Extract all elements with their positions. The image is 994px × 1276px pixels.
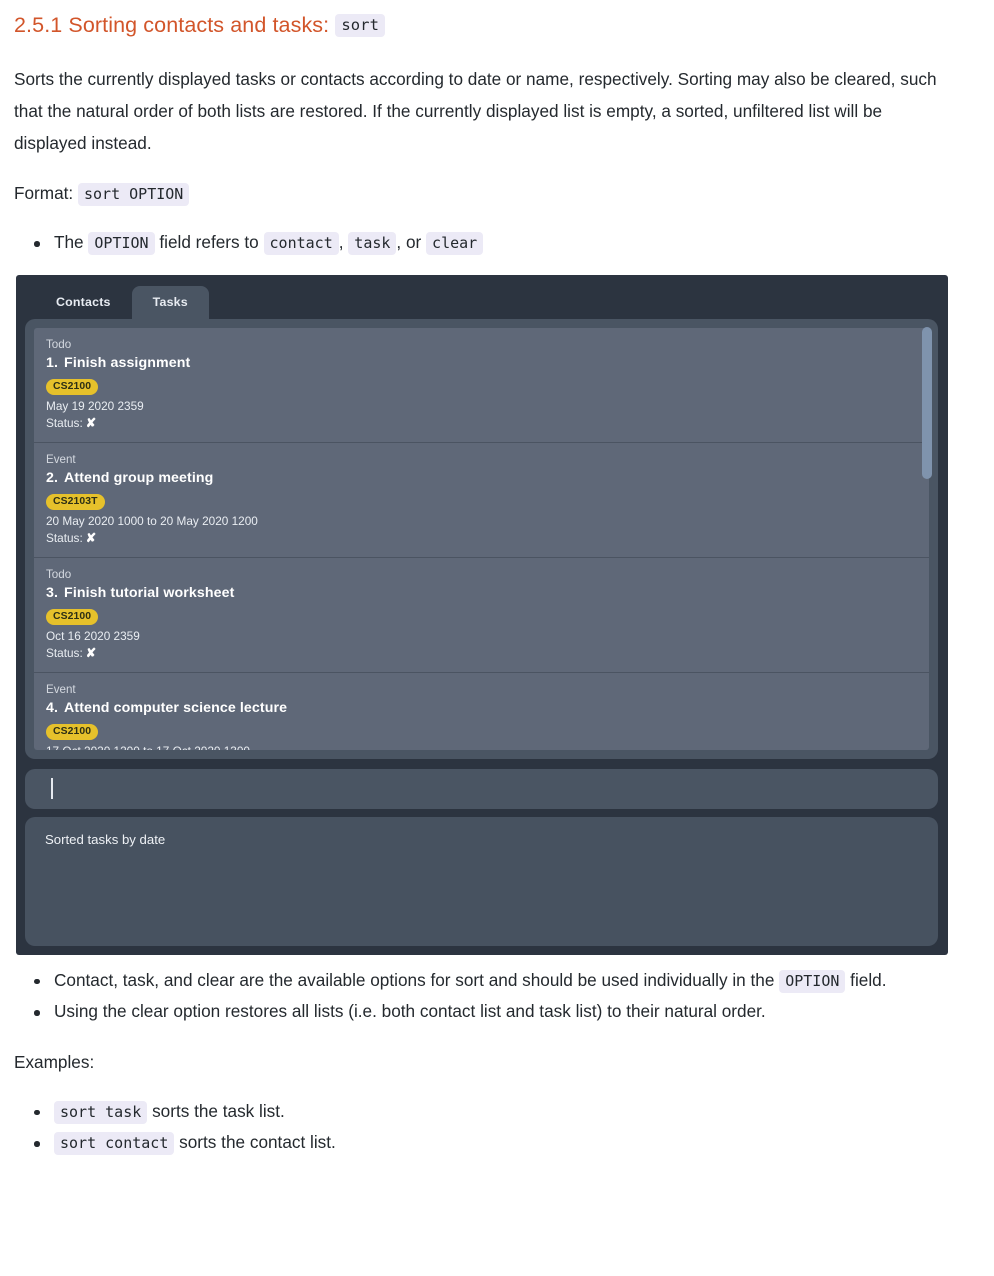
task-date: May 19 2020 2359 bbox=[46, 398, 144, 413]
task-list[interactable]: Todo 1. Finish assignment CS2100 May 19 2… bbox=[34, 327, 929, 750]
list-item: Contact, task, and clear are the availab… bbox=[34, 965, 954, 997]
intro-paragraph: Sorts the currently displayed tasks or c… bbox=[14, 69, 937, 153]
result-display: Sorted tasks by date bbox=[25, 816, 938, 946]
option-contact-chip: contact bbox=[263, 232, 339, 255]
task-list-panel: Todo 1. Finish assignment CS2100 May 19 2… bbox=[25, 318, 938, 759]
task-status-label: Status: bbox=[46, 645, 83, 660]
task-date: 17 Oct 2020 1200 to 17 Oct 2020 1300 bbox=[46, 743, 929, 750]
command-input[interactable] bbox=[25, 768, 938, 809]
cross-icon: ✘ bbox=[85, 530, 97, 545]
heading-command-chip: sort bbox=[335, 14, 386, 37]
note-option-chip: OPTION bbox=[779, 969, 846, 993]
example-command-chip-2: sort contact bbox=[54, 1132, 175, 1155]
task-title-text: Attend computer science lecture bbox=[64, 699, 288, 716]
task-list-scrollbar[interactable] bbox=[922, 321, 935, 739]
tab-tasks[interactable]: Tasks bbox=[131, 285, 209, 320]
text-caret bbox=[51, 777, 53, 799]
task-title-text: Finish tutorial worksheet bbox=[64, 584, 235, 601]
tab-bar: Contacts Tasks bbox=[35, 284, 209, 320]
task-title: 1. Finish assignment bbox=[46, 354, 929, 373]
option-sep-2: , or bbox=[396, 232, 422, 252]
note-text-2: Using the clear option restores all list… bbox=[54, 1001, 766, 1021]
example-command-chip-1: sort task bbox=[54, 1100, 148, 1124]
note-text-1: Contact, task, and clear are the availab… bbox=[54, 969, 775, 990]
list-item: sort task sorts the task list. bbox=[34, 1096, 954, 1128]
example-description-1: sorts the task list. bbox=[152, 1100, 285, 1121]
task-tag: CS2100 bbox=[46, 608, 99, 625]
list-item: The OPTION field refers to contact, task… bbox=[34, 227, 954, 259]
example-description-2: sorts the contact list. bbox=[179, 1132, 336, 1152]
task-status-label: Status: bbox=[46, 415, 83, 430]
documentation-page: 2.5.1 Sorting contacts and tasks: sort S… bbox=[0, 0, 994, 1159]
list-item: sort contact sorts the contact list. bbox=[34, 1127, 954, 1159]
task-index: 2. bbox=[46, 469, 59, 486]
note-text-1-after: field. bbox=[850, 969, 887, 990]
task-title-text: Attend group meeting bbox=[64, 469, 214, 486]
examples-label: Examples: bbox=[14, 1051, 95, 1072]
task-card[interactable]: Todo 3. Finish tutorial worksheet CS2100 … bbox=[34, 558, 929, 673]
task-tag: CS2103T bbox=[46, 493, 105, 510]
task-type: Todo bbox=[46, 567, 72, 581]
option-field-chip: OPTION bbox=[88, 232, 155, 255]
option-clear-chip: clear bbox=[426, 232, 484, 255]
option-task-chip: task bbox=[348, 232, 397, 255]
task-status: Status: ✘ bbox=[46, 530, 929, 547]
app-screenshot: Contacts Tasks Todo 1. Finish assignment … bbox=[16, 274, 948, 955]
task-type: Todo bbox=[46, 337, 72, 351]
result-message: Sorted tasks by date bbox=[45, 831, 166, 847]
task-title: 3. Finish tutorial worksheet bbox=[46, 584, 929, 603]
task-date: Oct 16 2020 2359 bbox=[46, 628, 140, 643]
scrollbar-thumb[interactable] bbox=[922, 326, 932, 479]
option-sep-1: , bbox=[338, 232, 344, 252]
task-status: Status: ✘ bbox=[46, 645, 929, 662]
cross-icon: ✘ bbox=[85, 415, 97, 430]
task-tag: CS2100 bbox=[46, 723, 99, 740]
task-type: Event bbox=[46, 452, 76, 466]
option-bullet-prefix: The bbox=[54, 232, 84, 252]
format-label: Format: bbox=[14, 183, 74, 203]
task-index: 1. bbox=[46, 354, 59, 371]
task-title: 2. Attend group meeting bbox=[46, 469, 929, 488]
task-card[interactable]: Event 4. Attend computer science lecture … bbox=[34, 673, 929, 750]
task-tag: CS2100 bbox=[46, 378, 99, 395]
cross-icon: ✘ bbox=[85, 645, 97, 660]
task-title: 4. Attend computer science lecture bbox=[46, 699, 929, 718]
task-type: Event bbox=[46, 682, 76, 696]
notes-list: Contact, task, and clear are the availab… bbox=[0, 965, 994, 1028]
list-item: Using the clear option restores all list… bbox=[34, 996, 954, 1028]
format-line: Format: sort OPTION bbox=[0, 177, 994, 209]
task-card[interactable]: Event 2. Attend group meeting CS2103T 20 … bbox=[34, 443, 929, 558]
task-status: Status: ✘ bbox=[46, 415, 929, 432]
task-status-label: Status: bbox=[46, 530, 83, 545]
task-index: 4. bbox=[46, 699, 59, 716]
page-title: 2.5.1 Sorting contacts and tasks: sort bbox=[0, 0, 994, 40]
tab-contacts[interactable]: Contacts bbox=[35, 286, 132, 320]
task-date: 20 May 2020 1000 to 20 May 2020 1200 bbox=[46, 513, 258, 528]
examples-list: sort task sorts the task list. sort cont… bbox=[0, 1096, 994, 1159]
task-index: 3. bbox=[46, 584, 59, 601]
page-title-text: 2.5.1 Sorting contacts and tasks: bbox=[14, 13, 330, 37]
option-bullet-list: The OPTION field refers to contact, task… bbox=[0, 227, 994, 259]
format-syntax-chip: sort OPTION bbox=[78, 183, 190, 206]
task-title-text: Finish assignment bbox=[64, 354, 191, 371]
option-bullet-middle: field refers to bbox=[159, 232, 259, 252]
task-card[interactable]: Todo 1. Finish assignment CS2100 May 19 2… bbox=[34, 328, 929, 443]
